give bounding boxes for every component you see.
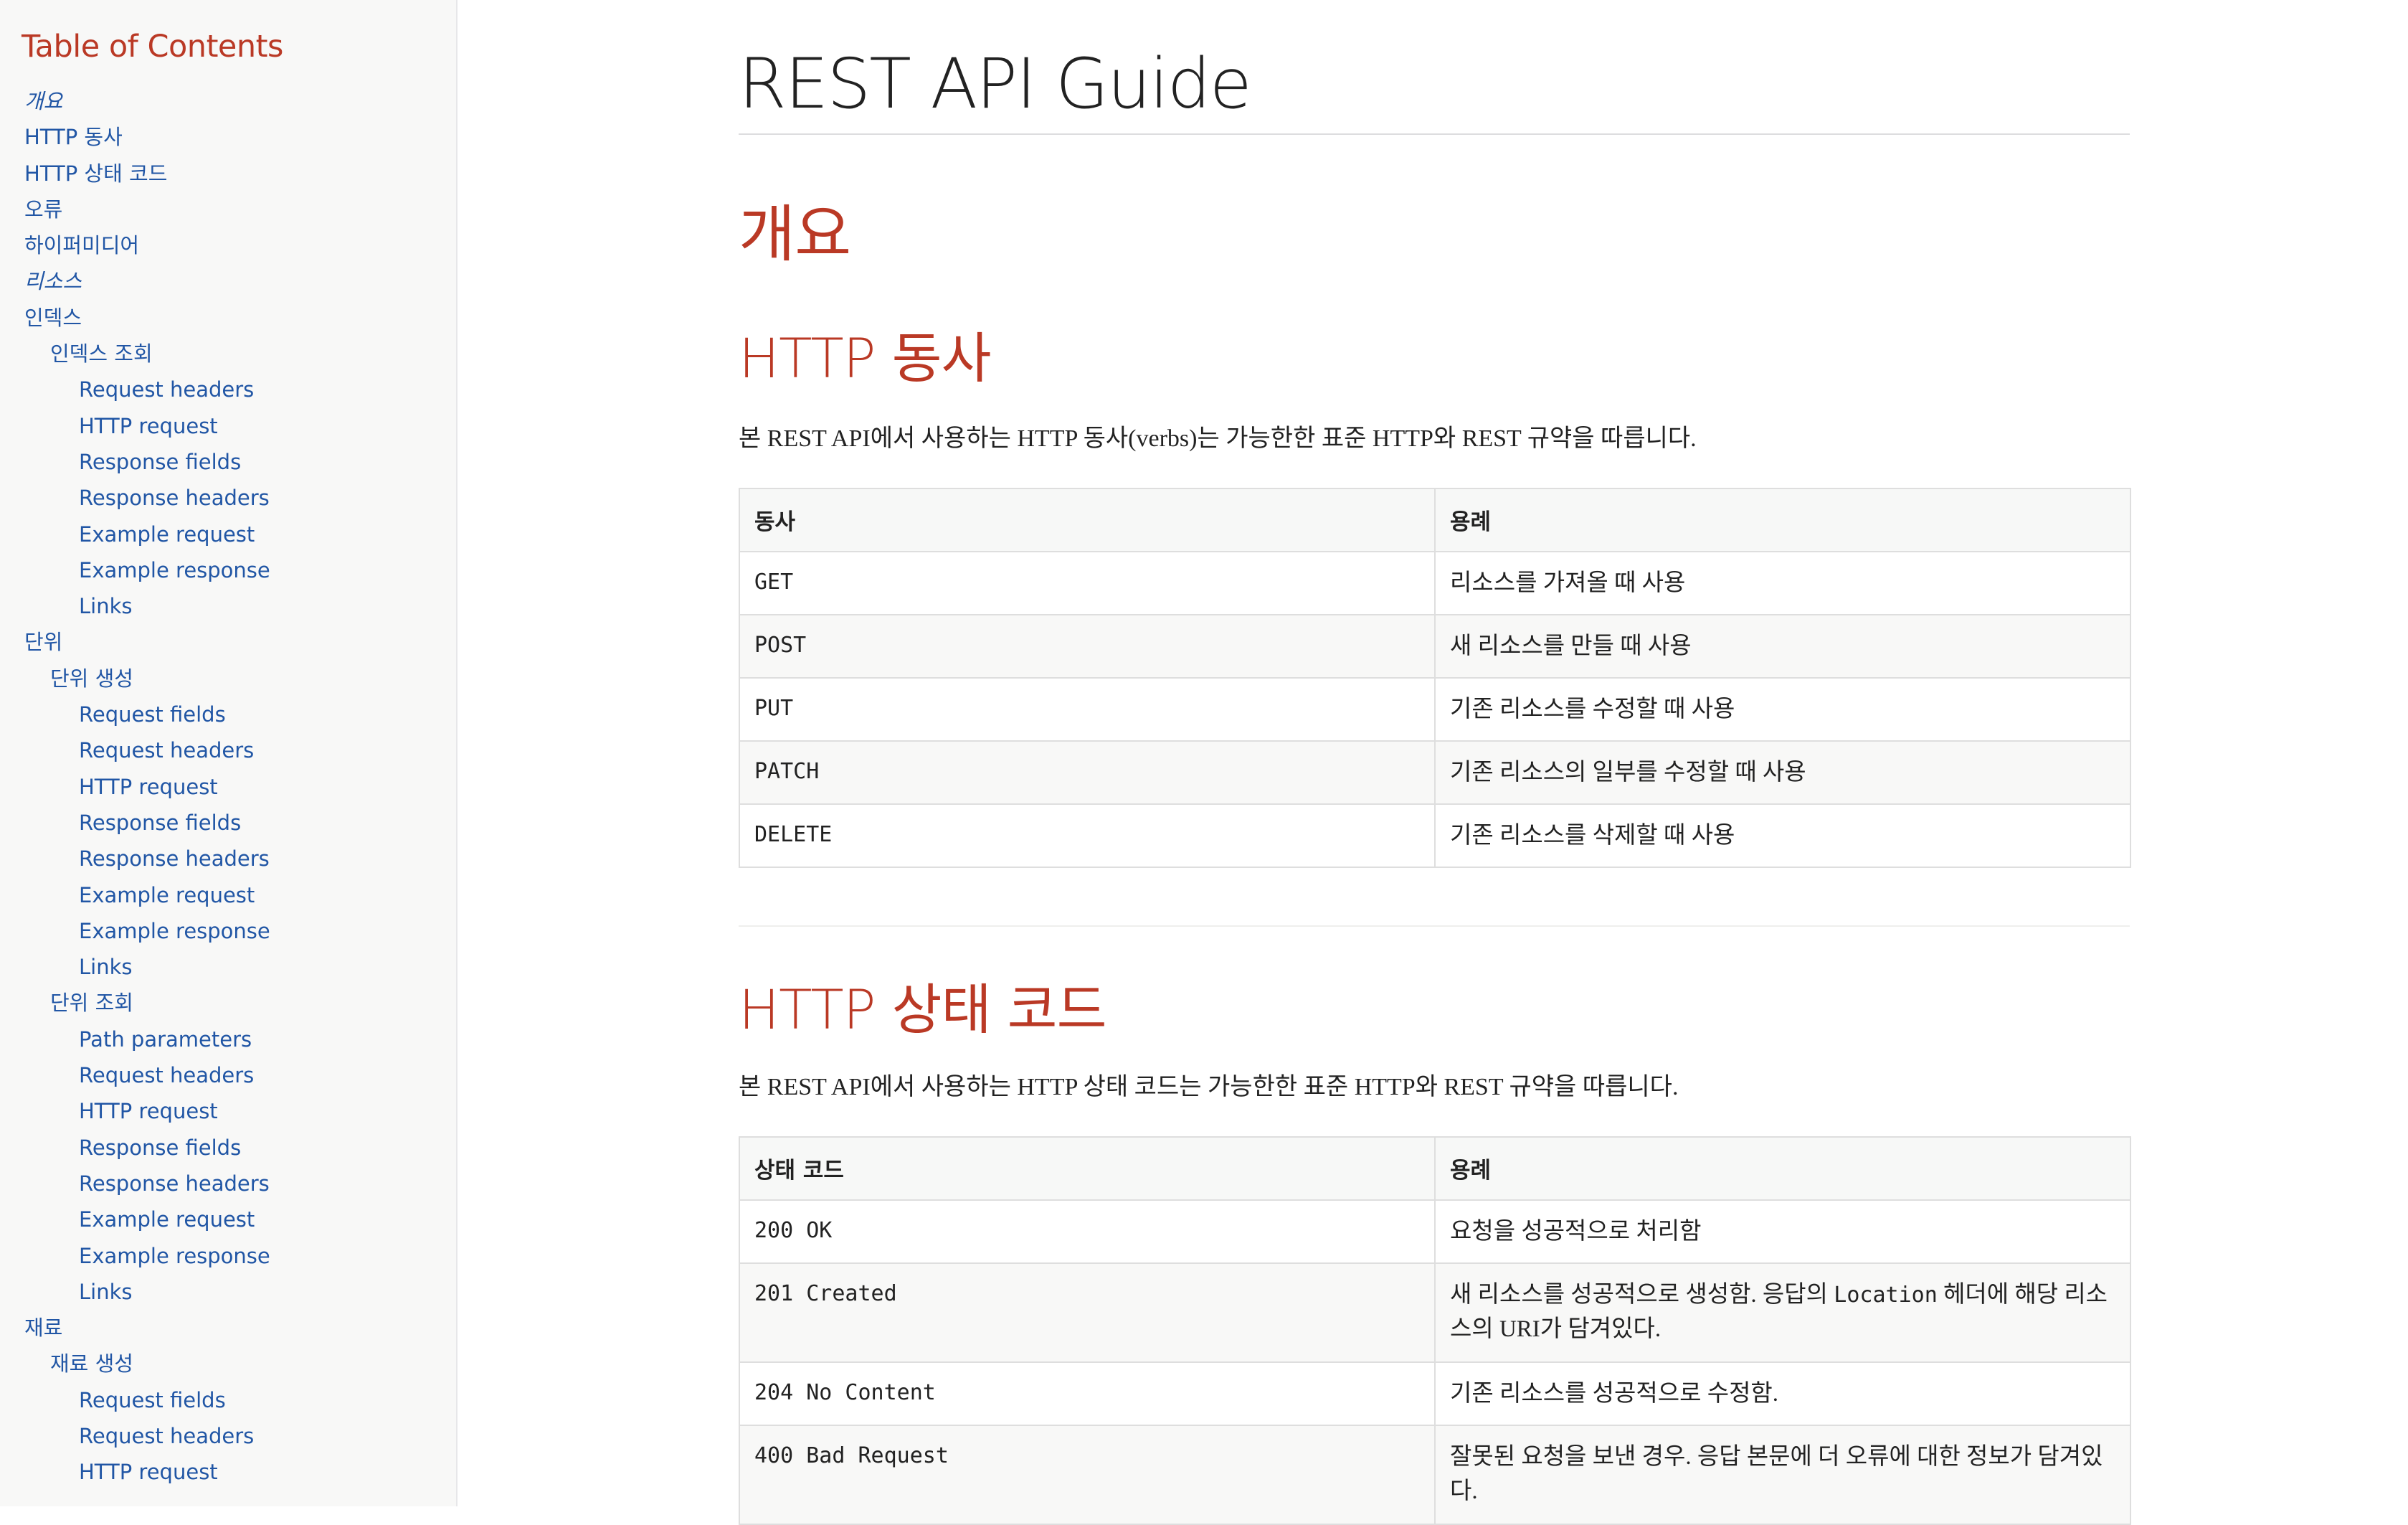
- toc-link[interactable]: Path parameters: [0, 1021, 270, 1057]
- toc-link[interactable]: Example request: [0, 516, 270, 552]
- toc-link[interactable]: 재료: [0, 1310, 270, 1346]
- toc-link[interactable]: Request headers: [0, 1418, 270, 1454]
- toc-link[interactable]: HTTP 상태 코드: [0, 156, 270, 192]
- toc-link[interactable]: Response fields: [0, 805, 270, 841]
- usage-cell: 기존 리소스를 성공적으로 수정함.: [1434, 1361, 2131, 1426]
- section-divider: [739, 925, 2130, 927]
- toc-link[interactable]: 오류: [0, 192, 270, 227]
- toc-link[interactable]: 개요: [0, 83, 270, 119]
- table-row: 400 Bad Request 잘못된 요청을 보낸 경우. 응답 본문에 더 오…: [739, 1425, 2131, 1525]
- toc-link[interactable]: Response fields: [0, 444, 270, 480]
- table-row: POST 새 리소스를 만들 때 사용: [739, 614, 2131, 679]
- toc-link[interactable]: 인덱스 조회: [0, 336, 270, 372]
- page-title: REST API Guide: [739, 44, 2130, 136]
- toc-link[interactable]: 하이퍼미디어: [0, 227, 270, 263]
- http-verbs-intro: 본 REST API에서 사용하는 HTTP 동사(verbs)는 가능한한 표…: [739, 425, 1697, 452]
- http-verb-cell: PUT: [739, 677, 1436, 742]
- status-code-cell: 200 OK: [739, 1199, 1436, 1264]
- toc-title: Table of Contents: [22, 29, 283, 65]
- toc-link[interactable]: Request headers: [0, 1057, 270, 1093]
- status-code-cell: 201 Created: [739, 1262, 1436, 1363]
- toc-list: 개요 HTTP 동사 HTTP 상태 코드 오류 하이퍼미디어 리소스 인덱스 인덱스 조회 R…: [0, 83, 270, 1491]
- status-code-cell: 204 No Content: [739, 1361, 1436, 1426]
- usage-cell: 새 리소스를 만들 때 사용: [1434, 614, 2131, 679]
- column-header: 용례: [1434, 488, 2131, 552]
- section-heading-http-status-codes: HTTP 상태 코드: [739, 978, 1106, 1042]
- toc-link[interactable]: Request fields: [0, 1382, 270, 1418]
- http-verbs-table: 동사 용례 GET 리소스를 가져올 때 사용 POST 새 리소스를 만들 때 사용…: [739, 488, 2131, 868]
- toc-link[interactable]: 단위: [0, 624, 270, 660]
- toc-link[interactable]: 리소스: [0, 263, 270, 299]
- usage-cell: 새 리소스를 성공적으로 생성함. 응답의 Location 헤더에 해당 리소…: [1434, 1262, 2131, 1363]
- section-heading-http-verbs: HTTP 동사: [739, 326, 991, 390]
- toc-link[interactable]: HTTP request: [0, 408, 270, 444]
- table-row: PUT 기존 리소스를 수정할 때 사용: [739, 677, 2131, 742]
- toc-link[interactable]: Example response: [0, 1238, 270, 1274]
- table-row: 204 No Content 기존 리소스를 성공적으로 수정함.: [739, 1361, 2131, 1426]
- toc-sidebar: Table of Contents 개요 HTTP 동사 HTTP 상태 코드 오류 하…: [0, 0, 458, 1506]
- toc-link[interactable]: Example request: [0, 1201, 270, 1237]
- usage-cell: 요청을 성공적으로 처리함: [1434, 1199, 2131, 1264]
- status-code-cell: 400 Bad Request: [739, 1425, 1436, 1525]
- toc-link[interactable]: Response fields: [0, 1130, 270, 1166]
- column-header: 상태 코드: [739, 1136, 1436, 1201]
- toc-link[interactable]: 재료 생성: [0, 1346, 270, 1382]
- toc-link[interactable]: Response headers: [0, 480, 270, 516]
- toc-link[interactable]: Request fields: [0, 697, 270, 732]
- http-status-intro: 본 REST API에서 사용하는 HTTP 상태 코드는 가능한한 표준 HT…: [739, 1074, 1679, 1100]
- usage-cell: 기존 리소스를 삭제할 때 사용: [1434, 803, 2131, 868]
- usage-cell: 기존 리소스의 일부를 수정할 때 사용: [1434, 740, 2131, 805]
- table-row: PATCH 기존 리소스의 일부를 수정할 때 사용: [739, 740, 2131, 805]
- table-row: GET 리소스를 가져올 때 사용: [739, 551, 2131, 615]
- column-header: 용례: [1434, 1136, 2131, 1201]
- toc-link[interactable]: Response headers: [0, 841, 270, 877]
- usage-text: 새 리소스를 성공적으로 생성함. 응답의: [1450, 1282, 1834, 1308]
- inline-code: Location: [1834, 1283, 1938, 1308]
- toc-link[interactable]: Request headers: [0, 732, 270, 768]
- toc-link[interactable]: HTTP request: [0, 1093, 270, 1129]
- toc-link[interactable]: Links: [0, 949, 270, 985]
- toc-link[interactable]: 인덱스: [0, 300, 270, 336]
- usage-cell: 잘못된 요청을 보낸 경우. 응답 본문에 더 오류에 대한 정보가 담겨있다.: [1434, 1425, 2131, 1525]
- toc-link[interactable]: Links: [0, 588, 270, 624]
- http-verb-cell: GET: [739, 551, 1436, 615]
- column-header: 동사: [739, 488, 1436, 552]
- toc-link[interactable]: Example request: [0, 877, 270, 913]
- toc-link[interactable]: 단위 생성: [0, 661, 270, 697]
- toc-link[interactable]: 단위 조회: [0, 985, 270, 1021]
- usage-cell: 기존 리소스를 수정할 때 사용: [1434, 677, 2131, 742]
- table-row: 200 OK 요청을 성공적으로 처리함: [739, 1199, 2131, 1264]
- http-status-table: 상태 코드 용례 200 OK 요청을 성공적으로 처리함 201 Created 새…: [739, 1136, 2131, 1525]
- http-verb-cell: POST: [739, 614, 1436, 679]
- toc-link[interactable]: Example response: [0, 913, 270, 949]
- toc-link[interactable]: HTTP request: [0, 1454, 270, 1490]
- toc-link[interactable]: Links: [0, 1274, 270, 1310]
- toc-link[interactable]: Response headers: [0, 1166, 270, 1201]
- table-row: DELETE 기존 리소스를 삭제할 때 사용: [739, 803, 2131, 868]
- toc-link[interactable]: HTTP request: [0, 769, 270, 805]
- http-verb-cell: PATCH: [739, 740, 1436, 805]
- toc-link[interactable]: Example response: [0, 552, 270, 588]
- toc-link[interactable]: HTTP 동사: [0, 119, 270, 155]
- toc-link[interactable]: Request headers: [0, 372, 270, 407]
- section-heading-overview: 개요: [739, 199, 851, 270]
- table-row: 201 Created 새 리소스를 성공적으로 생성함. 응답의 Locatio…: [739, 1262, 2131, 1363]
- http-verb-cell: DELETE: [739, 803, 1436, 868]
- usage-cell: 리소스를 가져올 때 사용: [1434, 551, 2131, 615]
